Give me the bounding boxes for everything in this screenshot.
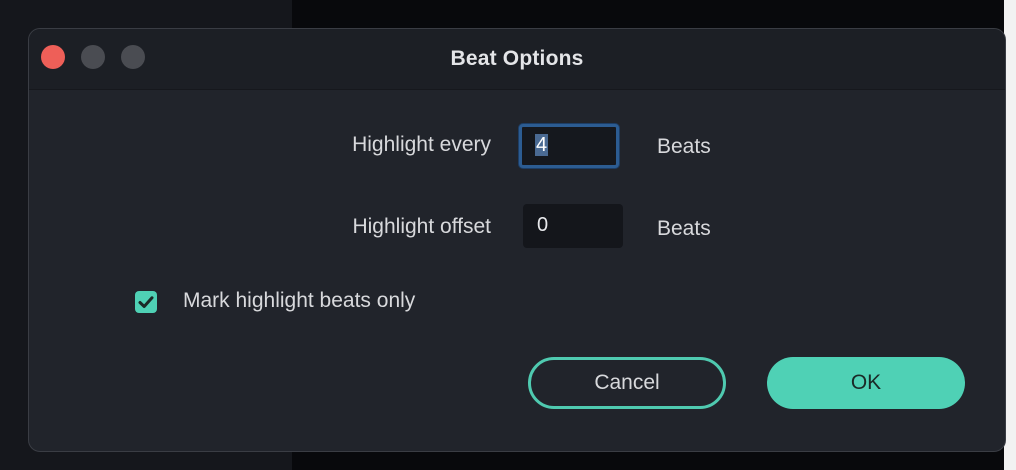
- mark-highlight-label: Mark highlight beats only: [183, 289, 416, 312]
- highlight-every-unit: Beats: [657, 135, 711, 158]
- dialog-title: Beat Options: [450, 47, 584, 70]
- highlight-every-value: 4: [535, 134, 549, 156]
- checkmark-icon: [138, 296, 154, 308]
- highlight-offset-unit: Beats: [657, 217, 711, 240]
- highlight-offset-input[interactable]: 0: [523, 204, 623, 248]
- beat-options-dialog: Beat Options Highlight every 4 Beats Hig…: [28, 28, 1006, 452]
- mark-highlight-checkbox[interactable]: [135, 291, 157, 313]
- highlight-offset-label: Highlight offset: [352, 215, 491, 238]
- highlight-every-input[interactable]: 4: [519, 124, 619, 168]
- ok-button[interactable]: OK: [767, 357, 965, 409]
- cancel-button[interactable]: Cancel: [528, 357, 726, 409]
- title-bar: Beat Options: [29, 29, 1005, 90]
- highlight-every-label: Highlight every: [352, 133, 491, 156]
